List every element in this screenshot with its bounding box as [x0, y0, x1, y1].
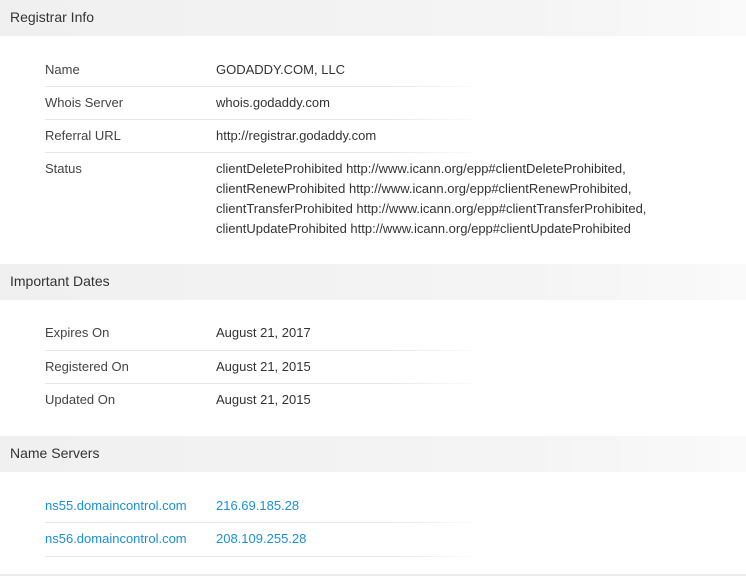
- important-dates-title: Important Dates: [10, 273, 110, 289]
- status-line: clientUpdateProhibited http://www.icann.…: [216, 221, 631, 236]
- registrar-info-title: Registrar Info: [10, 9, 95, 25]
- status-line: clientRenewProhibited http://www.icann.o…: [216, 181, 632, 196]
- status-label: Status: [45, 161, 82, 176]
- divider: [45, 522, 482, 523]
- updated-on-label: Updated On: [45, 392, 116, 407]
- divider: [45, 86, 482, 87]
- divider: [45, 350, 482, 351]
- divider: [45, 556, 482, 557]
- registered-on-label: Registered On: [45, 359, 129, 374]
- divider: [45, 383, 482, 384]
- referral-url-label: Referral URL: [45, 128, 121, 143]
- whois-server-value: whois.godaddy.com: [216, 95, 330, 110]
- important-dates-header: Important Dates: [0, 264, 746, 300]
- expires-on-label: Expires On: [45, 325, 110, 340]
- status-value: clientDeleteProhibited http://www.icann.…: [216, 159, 676, 239]
- status-line: clientDeleteProhibited http://www.icann.…: [216, 161, 626, 176]
- updated-on-value: August 21, 2015: [216, 392, 311, 407]
- whois-page: Registrar Info Name GODADDY.COM, LLC Who…: [0, 0, 746, 576]
- registrar-info-header: Registrar Info: [0, 0, 746, 36]
- name-servers-header: Name Servers: [0, 436, 746, 472]
- registered-on-value: August 21, 2015: [216, 359, 311, 374]
- name-server-ip-link[interactable]: 208.109.255.28: [216, 531, 306, 546]
- name-server-host-link[interactable]: ns55.domaincontrol.com: [45, 498, 187, 513]
- whois-server-label: Whois Server: [45, 95, 124, 110]
- name-servers-title: Name Servers: [10, 445, 100, 461]
- referral-url-value: http://registrar.godaddy.com: [216, 128, 377, 143]
- name-server-ip-link[interactable]: 216.69.185.28: [216, 498, 299, 513]
- expires-on-value: August 21, 2017: [216, 325, 311, 340]
- registrar-name-label: Name: [45, 62, 80, 77]
- name-server-host-link[interactable]: ns56.domaincontrol.com: [45, 531, 187, 546]
- registrar-name-value: GODADDY.COM, LLC: [216, 62, 346, 77]
- divider: [45, 152, 482, 153]
- status-line: clientTransferProhibited http://www.ican…: [216, 201, 647, 216]
- divider: [45, 119, 482, 120]
